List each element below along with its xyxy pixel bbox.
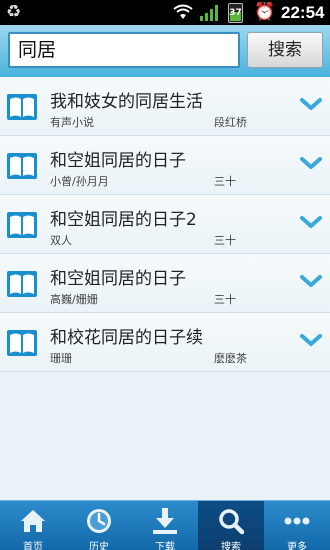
list-item[interactable]: 和空姐同居的日子 小曾/孙月月 三十 [0, 136, 330, 195]
status-bar: ♻ 37 ⏰ 22:54 [0, 0, 330, 25]
search-icon [219, 509, 245, 535]
nav-download-label: 下载 [155, 542, 175, 550]
item-title: 和空姐同居的日子 [50, 269, 186, 289]
item-reader: 三十 [214, 293, 236, 306]
item-reader: 麽麽茶 [214, 352, 247, 365]
list-item[interactable]: 和校花同居的日子续 珊珊 麽麽茶 [0, 313, 330, 372]
search-bar: 同居 搜索 [0, 25, 330, 77]
book-icon [7, 94, 37, 120]
item-author: 小曾/孙月月 [50, 175, 109, 188]
home-icon [21, 510, 45, 532]
item-reader: 三十 [214, 234, 236, 247]
alarm-icon: ⏰ [254, 2, 276, 22]
nav-history[interactable]: 历史 [66, 501, 132, 550]
book-icon [7, 330, 37, 356]
clock-time: 22:54 [281, 3, 325, 22]
search-input[interactable]: 同居 [8, 32, 240, 68]
bottom-nav: 首页 历史 下载 搜索 更多 [0, 500, 330, 550]
results-list: 我和妓女的同居生活 有声小说 段红桥 和空姐同居的日子 小曾/孙月月 三十 和空… [0, 77, 330, 372]
item-author: 有声小说 [50, 116, 94, 129]
book-icon [7, 271, 37, 297]
item-author: 珊珊 [50, 352, 72, 365]
recycle-icon: ♻ [6, 2, 22, 22]
item-title: 我和妓女的同居生活 [50, 92, 203, 112]
item-reader: 三十 [214, 175, 236, 188]
nav-more[interactable]: 更多 [264, 501, 330, 550]
nav-search-label: 搜索 [221, 542, 241, 550]
chevron-down-icon[interactable] [300, 333, 322, 347]
item-author: 高巍/姗姗 [50, 293, 98, 306]
list-item[interactable]: 我和妓女的同居生活 有声小说 段红桥 [0, 77, 330, 136]
nav-home[interactable]: 首页 [0, 501, 66, 550]
chevron-down-icon[interactable] [300, 156, 322, 170]
chevron-down-icon[interactable] [300, 274, 322, 288]
clock-icon [87, 509, 111, 533]
book-icon [7, 153, 37, 179]
item-reader: 段红桥 [214, 116, 247, 129]
item-title: 和空姐同居的日子 [50, 151, 186, 171]
download-icon [153, 508, 177, 534]
chevron-down-icon[interactable] [300, 97, 322, 111]
list-item[interactable]: 和空姐同居的日子 高巍/姗姗 三十 [0, 254, 330, 313]
item-author: 双人 [50, 234, 72, 247]
nav-home-label: 首页 [23, 542, 43, 550]
signal-icon [200, 5, 218, 21]
item-title: 和校花同居的日子续 [50, 328, 203, 348]
nav-search[interactable]: 搜索 [198, 501, 264, 550]
search-button[interactable]: 搜索 [247, 32, 323, 68]
nav-download[interactable]: 下载 [132, 501, 198, 550]
book-icon [7, 212, 37, 238]
more-icon [284, 517, 310, 525]
nav-history-label: 历史 [89, 542, 109, 550]
battery-level: 37 [229, 8, 242, 18]
item-title: 和空姐同居的日子2 [50, 210, 197, 230]
nav-more-label: 更多 [287, 542, 307, 550]
battery-icon: 37 [228, 3, 243, 23]
list-item[interactable]: 和空姐同居的日子2 双人 三十 [0, 195, 330, 254]
chevron-down-icon[interactable] [300, 215, 322, 229]
wifi-icon [173, 4, 193, 19]
